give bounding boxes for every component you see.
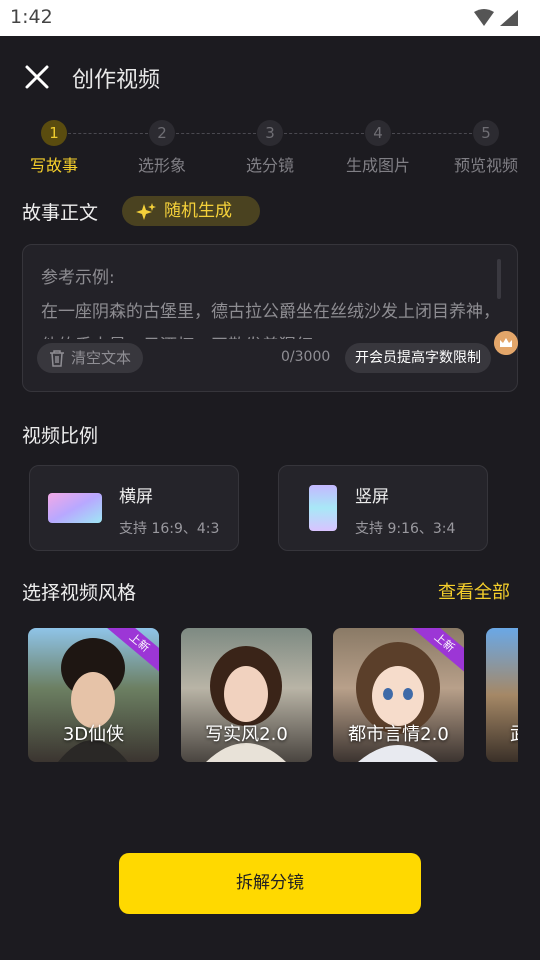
style-section-title: 选择视频风格 (22, 582, 137, 604)
ratio-label: 横屏 (119, 487, 153, 507)
header: 创作视频 (0, 36, 540, 120)
random-generate-button[interactable]: 随机生成 (122, 196, 260, 226)
story-section-title: 故事正文 (22, 202, 99, 224)
see-all-link[interactable]: 查看全部 (438, 578, 510, 604)
character-counter: 0/3000 (281, 349, 331, 365)
close-icon[interactable] (20, 60, 54, 94)
story-text-area[interactable]: 参考示例: 在一座阴森的古堡里，德古拉公爵坐在丝绒沙发上闭目养神，他的手中是一只… (22, 244, 518, 392)
step-number: 5 (473, 120, 499, 146)
split-storyboard-button[interactable]: 拆解分镜 (119, 853, 421, 914)
ratio-section-title: 视频比例 (22, 425, 99, 447)
status-time: 1:42 (10, 6, 53, 28)
step-number: 4 (365, 120, 391, 146)
step-number: 3 (257, 120, 283, 146)
style-carousel[interactable]: 上新 3D仙侠 写实风2.0 上新 都市言情2.0 武 (28, 628, 518, 762)
example-text: 在一座阴森的古堡里，德古拉公爵坐在丝绒沙发上闭目养神，他的手中是一只酒杯，正散发… (41, 302, 500, 339)
step-choose-character[interactable]: 2 选形象 (112, 120, 212, 176)
step-preview-video[interactable]: 5 预览视频 (436, 120, 536, 176)
signal-wifi-icons (474, 9, 518, 26)
step-write-story[interactable]: 1 写故事 (4, 120, 104, 176)
story-placeholder: 参考示例: 在一座阴森的古堡里，德古拉公爵坐在丝绒沙发上闭目养神，他的手中是一只… (41, 261, 503, 339)
ratio-label: 竖屏 (355, 487, 389, 507)
step-label: 预览视频 (453, 156, 518, 175)
ratio-landscape-option[interactable]: 横屏 支持 16:9、4:3 (29, 465, 239, 551)
portrait-ratio-icon (309, 485, 337, 531)
step-label: 选形象 (137, 156, 186, 175)
ratio-sub: 支持 16:9、4:3 (119, 521, 220, 537)
example-label: 参考示例: (41, 268, 115, 288)
step-number: 2 (149, 120, 175, 146)
step-label: 写故事 (29, 156, 78, 175)
status-bar: 1:42 (0, 0, 540, 36)
page-title: 创作视频 (72, 68, 161, 93)
step-indicator: 1 写故事 2 选形象 3 选分镜 4 生成图片 5 预览视频 (0, 120, 540, 180)
step-label: 选分镜 (245, 156, 294, 175)
clear-text-label: 清空文本 (71, 349, 132, 367)
trash-icon (50, 350, 64, 367)
style-card-urban-romance[interactable]: 上新 都市言情2.0 (333, 628, 464, 762)
ratio-sub: 支持 9:16、3:4 (355, 521, 456, 537)
ratio-portrait-option[interactable]: 竖屏 支持 9:16、3:4 (278, 465, 488, 551)
style-label: 3D仙侠 (62, 724, 125, 745)
step-choose-storyboard[interactable]: 3 选分镜 (220, 120, 320, 176)
vip-upgrade-button[interactable]: 开会员提高字数限制 (345, 343, 491, 373)
style-label: 都市言情2.0 (348, 724, 449, 745)
crown-icon (494, 331, 518, 355)
landscape-ratio-icon (48, 493, 102, 523)
scrollbar[interactable] (497, 259, 501, 299)
style-label: 写实风2.0 (205, 724, 288, 745)
step-label: 生成图片 (345, 156, 410, 175)
step-number: 1 (41, 120, 67, 146)
style-label: 武 (486, 720, 518, 746)
style-card-partial[interactable]: 武 (486, 628, 518, 762)
style-card-3d-xianxia[interactable]: 上新 3D仙侠 (28, 628, 159, 762)
style-card-realistic[interactable]: 写实风2.0 (181, 628, 312, 762)
sparkle-icon (136, 203, 156, 220)
clear-text-button[interactable]: 清空文本 (37, 343, 144, 373)
random-generate-label: 随机生成 (164, 201, 232, 221)
step-generate-images[interactable]: 4 生成图片 (328, 120, 428, 176)
